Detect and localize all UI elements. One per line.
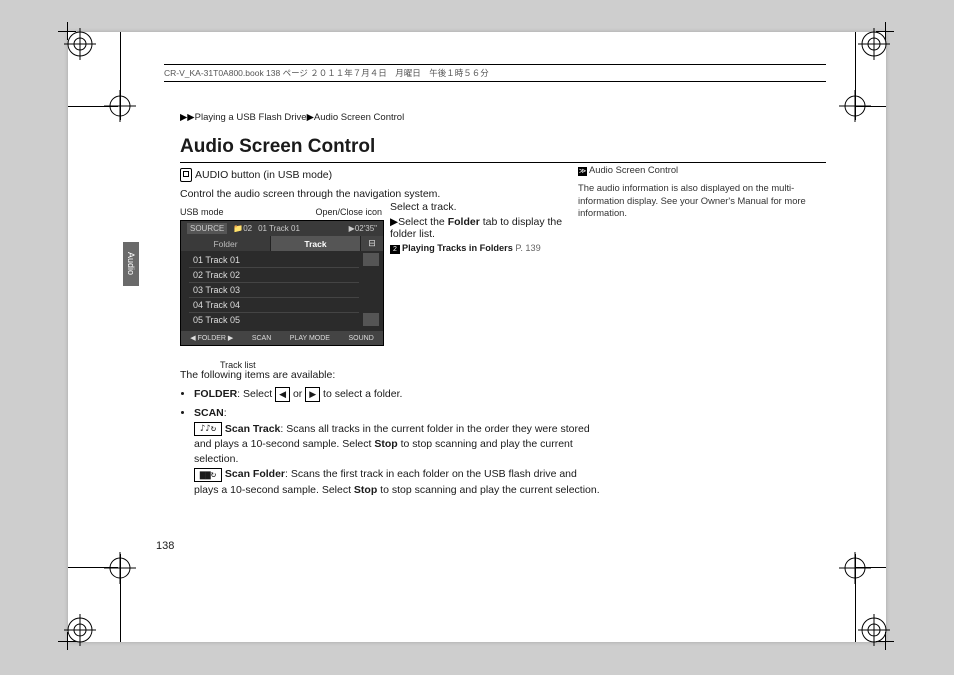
hairline-icon <box>856 106 886 107</box>
hairline-icon <box>120 32 121 120</box>
scan-button: SCAN <box>252 335 271 342</box>
arrow-icon: ▶▶ <box>180 112 195 123</box>
scan-track-icon: ♪♪↻ <box>194 422 222 436</box>
hairline-icon <box>855 32 856 120</box>
hairline-icon <box>855 554 856 642</box>
arrow-icon: ▶ <box>307 112 314 123</box>
folder-nav-button: ◀ FOLDER ▶ <box>190 334 233 342</box>
body-content: The following items are available: FOLDE… <box>180 364 600 502</box>
item-folder: FOLDER: Select ◀ or ▶ to select a folder… <box>194 387 600 402</box>
stop-label: Stop <box>354 484 377 496</box>
status-bar: SOURCE 📁02 01 Track 01 ▶02'35" <box>181 221 383 236</box>
note-icon: ≫ <box>578 167 587 176</box>
side-notes: ≫Audio Screen Control The audio informat… <box>578 164 828 224</box>
hairline-icon <box>68 567 118 568</box>
sound-button: SOUND <box>348 335 373 342</box>
scroll-down-icon <box>363 313 379 326</box>
folder-label: FOLDER <box>194 388 237 400</box>
scan-label: SCAN <box>194 407 224 419</box>
track-row: 02 Track 02 <box>189 268 359 283</box>
tab-track: Track <box>271 236 361 251</box>
soft-button-row: ◀ FOLDER ▶ SCAN PLAY MODE SOUND <box>181 331 383 345</box>
instruction-line: ▶Select the Folder tab to display the fo… <box>390 216 590 240</box>
play-time: ▶02'35" <box>349 224 377 233</box>
page-number: 138 <box>156 540 174 552</box>
scan-track-label: Scan Track <box>225 423 280 435</box>
registration-target-icon <box>64 28 96 60</box>
instruction-line: Select a track. <box>390 201 590 213</box>
item-scan: SCAN: ♪♪↻ Scan Track: Scans all tracks i… <box>194 406 600 497</box>
notes-heading: ≫Audio Screen Control <box>578 164 828 176</box>
folder-indicator: 📁02 <box>233 224 252 233</box>
breadcrumb: ▶▶Playing a USB Flash Drive▶Audio Screen… <box>180 112 404 123</box>
hairline-icon <box>68 106 118 107</box>
tab-row: Folder Track ⊟ <box>181 236 383 251</box>
hairline-icon <box>120 554 121 642</box>
registration-target-icon <box>64 614 96 646</box>
link-icon: 2 <box>390 245 400 254</box>
source-button: SOURCE <box>187 223 227 234</box>
folder-tab-name: Folder <box>448 216 480 228</box>
play-mode-button: PLAY MODE <box>290 335 330 342</box>
breadcrumb-part: Playing a USB Flash Drive <box>195 112 307 123</box>
tab-folder: Folder <box>181 236 271 251</box>
stop-label: Stop <box>374 438 397 450</box>
arrow-icon: ▶ <box>390 216 398 228</box>
nav-screenshot: SOURCE 📁02 01 Track 01 ▶02'35" Folder Tr… <box>180 220 384 346</box>
manual-page: CR-V_KA-31T0A800.book 138 ページ ２０１１年７月４日 … <box>68 32 886 642</box>
page-title: Audio Screen Control <box>180 136 826 163</box>
running-header: CR-V_KA-31T0A800.book 138 ページ ２０１１年７月４日 … <box>164 64 826 82</box>
track-indicator: 01 Track 01 <box>258 224 300 233</box>
hairline-icon <box>856 567 886 568</box>
link-page: P. 139 <box>515 243 540 253</box>
figure-label-right: Open/Close icon <box>315 207 382 217</box>
entry-method: AUDIO button (in USB mode) <box>180 168 332 182</box>
close-icon: ⊟ <box>361 236 383 251</box>
breadcrumb-part: Audio Screen Control <box>314 112 404 123</box>
right-arrow-icon: ▶ <box>305 387 320 402</box>
notes-paragraph: The audio information is also displayed … <box>578 182 828 220</box>
figure-label-left: USB mode <box>180 207 224 217</box>
cross-reference: 2Playing Tracks in Folders P. 139 <box>390 243 590 254</box>
display-button-icon <box>180 168 192 182</box>
instruction-column: Select a track. ▶Select the Folder tab t… <box>390 198 590 257</box>
left-arrow-icon: ◀ <box>275 387 290 402</box>
track-row: 05 Track 05 <box>189 313 359 327</box>
scan-folder-icon: ▆▆↻ <box>194 468 222 482</box>
section-tab: Audio <box>123 242 139 286</box>
track-row: 04 Track 04 <box>189 298 359 313</box>
available-items-label: The following items are available: <box>180 368 600 383</box>
registration-target-icon <box>858 614 890 646</box>
track-row: 01 Track 01 <box>189 253 359 268</box>
entry-label: AUDIO button (in USB mode) <box>195 169 332 181</box>
scan-folder-label: Scan Folder <box>225 468 285 480</box>
track-row: 03 Track 03 <box>189 283 359 298</box>
scroll-up-icon <box>363 253 379 266</box>
registration-target-icon <box>858 28 890 60</box>
figure: USB mode Open/Close icon SOURCE 📁02 01 T… <box>180 207 382 370</box>
link-label: Playing Tracks in Folders <box>402 243 513 253</box>
